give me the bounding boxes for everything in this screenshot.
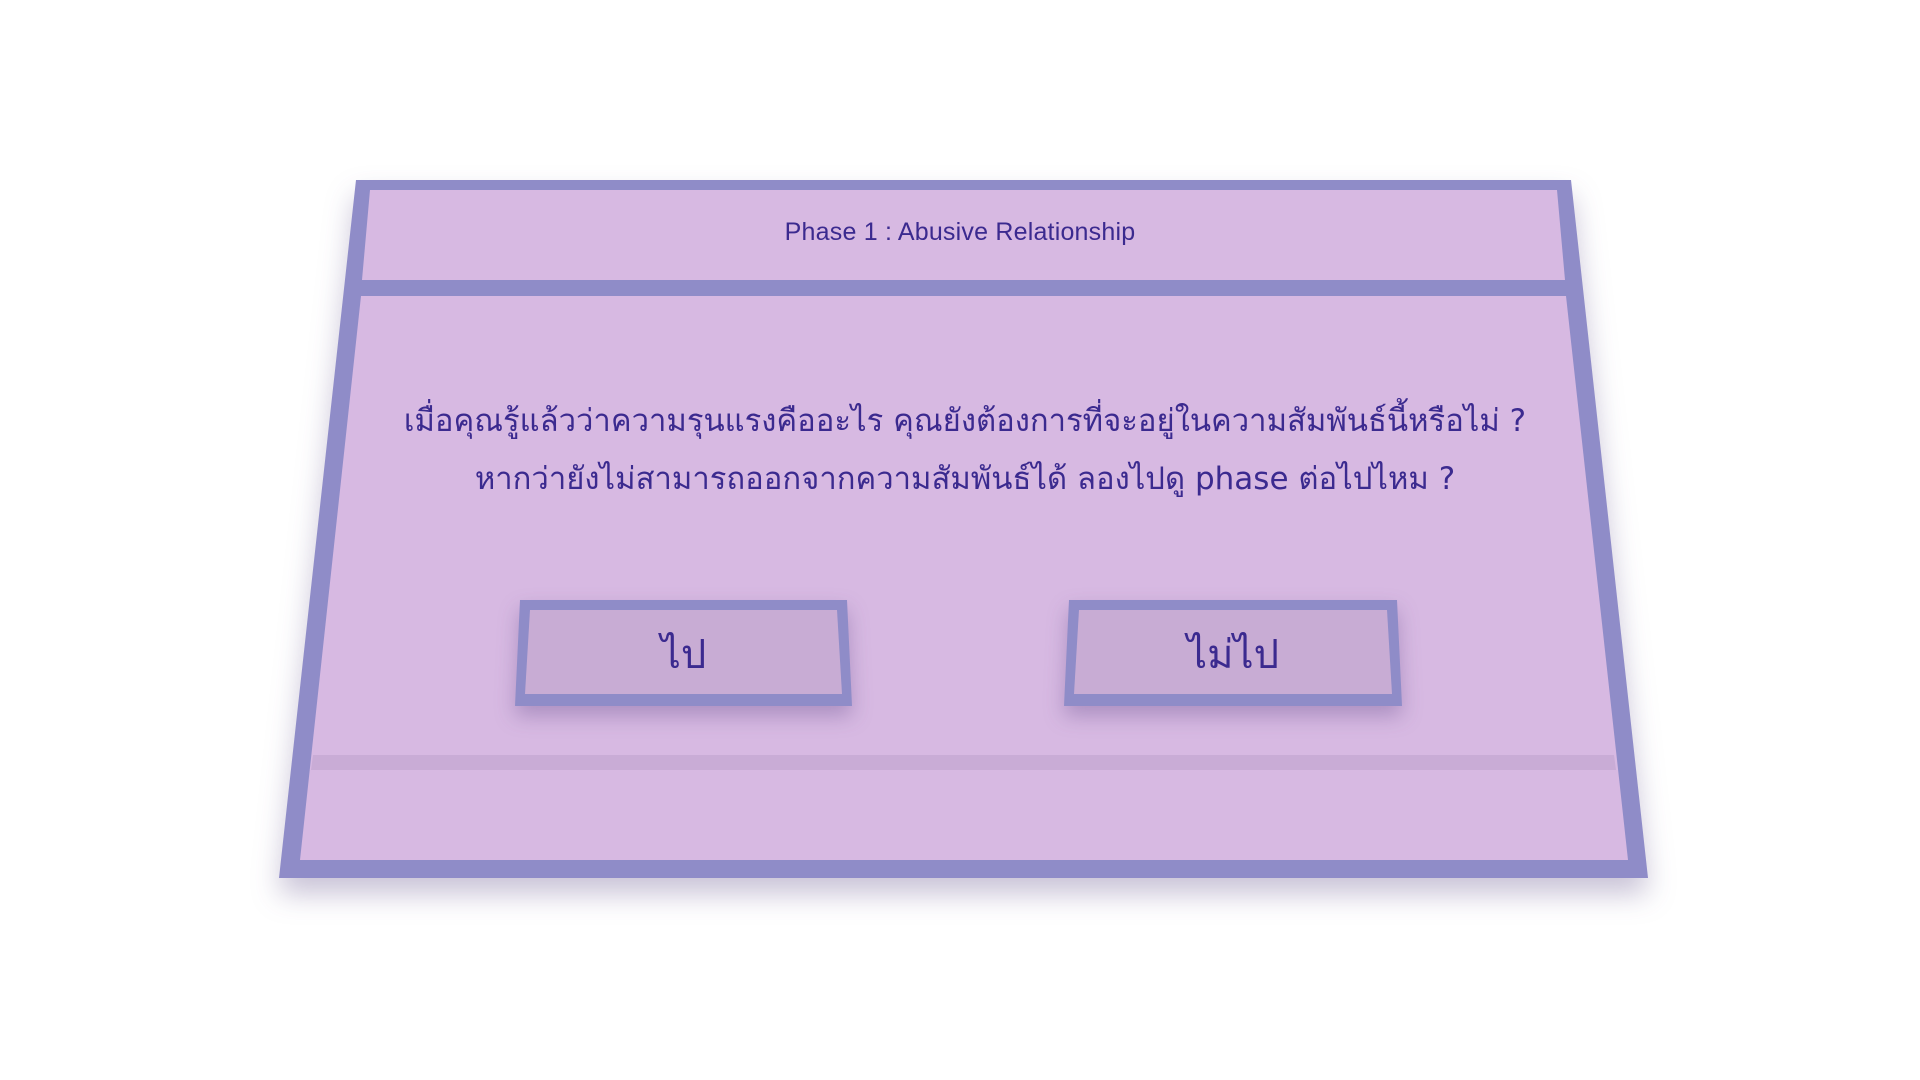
- question-line-1: เมื่อคุณรู้แล้วว่าความรุนแรงคืออะไร คุณย…: [403, 403, 1527, 439]
- game-screen: Phase 1 : Abusive Relationship เมื่อคุณร…: [0, 0, 1920, 1080]
- go-button-label: ไป: [660, 632, 707, 678]
- dialog-body: [300, 296, 1628, 860]
- dialog-question: เมื่อคุณรู้แล้วว่าความรุนแรงคืออะไร คุณย…: [380, 392, 1550, 508]
- no-go-button-label: ไม่ไป: [1187, 632, 1279, 678]
- dialog-title: Phase 1 : Abusive Relationship: [784, 218, 1136, 246]
- question-line-2: หากว่ายังไม่สามารถออกจากความสัมพันธ์ได้ …: [474, 461, 1456, 497]
- dialog-panel: [0, 0, 1920, 1080]
- no-go-button[interactable]: ไม่ไป: [1064, 600, 1402, 706]
- go-button[interactable]: ไป: [515, 600, 852, 706]
